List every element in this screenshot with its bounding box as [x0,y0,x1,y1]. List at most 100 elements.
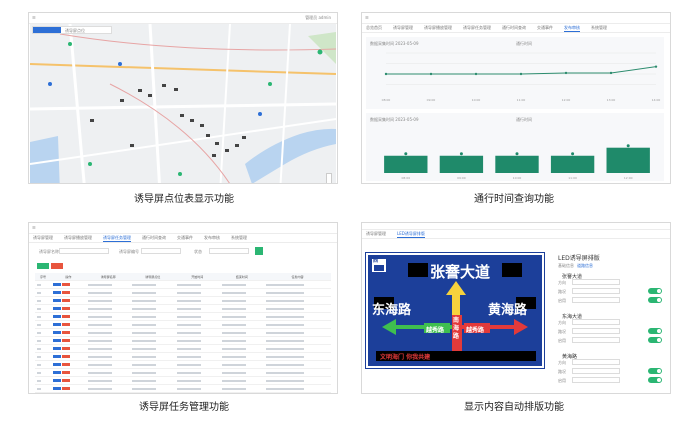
group-field-input[interactable] [572,288,620,294]
table-row[interactable] [35,376,331,385]
table-cell[interactable] [50,280,86,289]
table-cell[interactable] [50,304,86,313]
edit-button[interactable] [52,363,61,366]
tab-item[interactable]: 诱导屏任务管理 [463,25,491,31]
edit-button[interactable] [52,379,61,382]
tab-item[interactable]: 总览首页 [366,25,382,31]
edit-button[interactable] [52,387,61,390]
group-field-input[interactable] [572,319,620,325]
tab-item[interactable]: 诱导屏管理 [33,235,53,241]
edit-button[interactable] [52,299,61,302]
filter-status-select[interactable] [209,248,249,254]
edit-button[interactable] [52,331,61,334]
filter-name-input[interactable] [59,248,109,254]
filter-code-input[interactable] [141,248,181,254]
delete-row-button[interactable] [61,307,70,310]
group-field-input[interactable] [572,297,620,303]
table-row[interactable] [35,344,331,353]
user-label[interactable]: 管理员 admin [305,15,331,21]
table-row[interactable] [35,304,331,313]
table-row[interactable] [35,352,331,361]
delete-row-button[interactable] [61,331,70,334]
edit-button[interactable] [52,307,61,310]
enable-toggle[interactable] [648,288,662,294]
table-row[interactable] [35,288,331,297]
table-row[interactable] [35,280,331,289]
edit-button[interactable] [52,355,61,358]
delete-row-button[interactable] [61,355,70,358]
tab-item[interactable]: 交通事件 [537,25,553,31]
table-cell[interactable] [50,312,86,321]
table-row[interactable] [35,320,331,329]
table-cell[interactable] [50,296,86,305]
enable-toggle[interactable] [648,337,662,343]
edit-button[interactable] [52,291,61,294]
group-field-input[interactable] [572,337,620,343]
delete-row-button[interactable] [61,283,70,286]
table-cell[interactable] [50,360,86,369]
table-cell[interactable] [50,336,86,345]
sub-tab-road[interactable]: 道路信息 [577,263,593,269]
table-cell[interactable] [50,320,86,329]
edit-button[interactable] [52,323,61,326]
delete-row-button[interactable] [61,291,70,294]
delete-row-button[interactable] [61,315,70,318]
edit-button[interactable] [52,315,61,318]
table-cell[interactable] [50,376,86,385]
enable-toggle[interactable] [648,377,662,383]
edit-button[interactable] [52,283,61,286]
table-row[interactable] [35,312,331,321]
group-field-input[interactable] [572,328,620,334]
search-button[interactable] [255,247,263,255]
delete-row-button[interactable] [61,323,70,326]
table-row[interactable] [35,384,331,393]
tab-item[interactable]: 系统管理 [231,235,247,241]
menu-icon[interactable]: ☰ [32,15,36,20]
table-row[interactable] [35,368,331,377]
tab-item[interactable]: 诱导屏任务管理 [103,235,131,242]
table-row[interactable] [35,296,331,305]
sub-tab-basic[interactable]: 基础信息 [558,263,574,269]
group-field-input[interactable] [572,359,620,365]
delete-row-button[interactable] [61,387,70,390]
map-view[interactable]: 诱导屏点位 [30,24,336,183]
table-cell[interactable] [50,344,86,353]
enable-toggle[interactable] [648,297,662,303]
delete-row-button[interactable] [61,299,70,302]
tab-item[interactable]: 发布审核 [564,25,580,32]
map-filter-bar[interactable]: 诱导屏点位 [32,26,112,34]
table-cell[interactable] [50,328,86,337]
delete-row-button[interactable] [61,379,70,382]
group-field-input[interactable] [572,368,620,374]
zoom-control[interactable] [326,173,332,183]
tab-item[interactable]: 诱导屏管理 [393,25,413,31]
tab-item[interactable]: 诱导屏播放管理 [64,235,92,241]
enable-toggle[interactable] [648,328,662,334]
delete-row-button[interactable] [61,339,70,342]
delete-row-button[interactable] [61,363,70,366]
table-cell[interactable] [50,352,86,361]
menu-icon[interactable]: ☰ [32,225,36,230]
table-row[interactable] [35,360,331,369]
table-row[interactable] [35,328,331,337]
table-cell[interactable] [50,368,86,377]
tab-item[interactable]: 发布审核 [204,235,220,241]
tab-led-layout[interactable]: LED诱导屏排版 [397,231,425,238]
tab-item[interactable]: 通行时间查询 [502,25,526,31]
delete-row-button[interactable] [61,371,70,374]
delete-row-button[interactable] [61,347,70,350]
table-row[interactable] [35,336,331,345]
group-field-input[interactable] [572,377,620,383]
edit-button[interactable] [52,371,61,374]
menu-icon[interactable]: ☰ [365,15,369,20]
tab-item[interactable]: 系统管理 [591,25,607,31]
table-cell[interactable] [50,384,86,393]
tab-item[interactable]: 诱导屏播放管理 [424,25,452,31]
tab-item[interactable]: 交通事件 [177,235,193,241]
enable-toggle[interactable] [648,368,662,374]
delete-button[interactable] [51,263,63,269]
tab-item[interactable]: 通行时间查询 [142,235,166,241]
tab-screen-manage[interactable]: 诱导屏管理 [366,231,386,237]
table-cell[interactable] [50,288,86,297]
group-field-input[interactable] [572,279,620,285]
